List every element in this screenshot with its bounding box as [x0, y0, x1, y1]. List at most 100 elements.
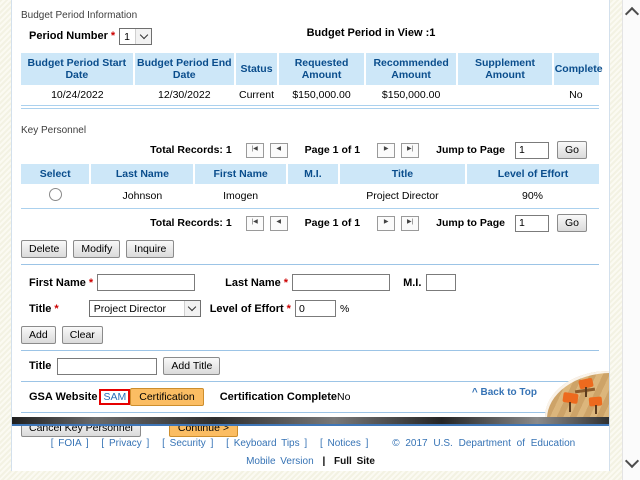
- sam-link[interactable]: SAM: [99, 389, 131, 405]
- budget-period-table: Budget Period Start Date Budget Period E…: [21, 53, 603, 106]
- delete-button[interactable]: Delete: [21, 240, 68, 258]
- certification-button[interactable]: Certification: [130, 388, 204, 406]
- go-button[interactable]: Go: [556, 214, 587, 232]
- column-header: Supplement Amount: [456, 53, 553, 85]
- jump-to-page-label: Jump to Page: [436, 144, 505, 156]
- jump-to-page-input[interactable]: [514, 214, 549, 232]
- add-button[interactable]: Add: [21, 326, 56, 344]
- vertical-scrollbar[interactable]: [622, 0, 640, 480]
- pagination-bottom: Total Records: 1 |◀ ◀ Page 1 of 1 ▶ ▶| J…: [21, 214, 587, 232]
- new-title-input[interactable]: [57, 357, 158, 375]
- total-records: Total Records: 1: [150, 217, 232, 229]
- end-date-cell: 12/30/2022: [133, 85, 235, 106]
- required-marker: *: [283, 276, 289, 289]
- last-name-label: Last Name: [225, 276, 281, 289]
- budget-period-in-view: Budget Period in View :1: [306, 27, 436, 39]
- column-header: First Name: [193, 164, 287, 184]
- add-title-button[interactable]: Add Title: [163, 357, 221, 375]
- page-indicator: Page 1 of 1: [304, 217, 361, 229]
- supplement-amount-cell: [457, 85, 553, 106]
- main-content: Budget Period Information Period Number …: [11, 0, 610, 471]
- key-personnel-row: Johnson Imogen Project Director 90%: [21, 184, 599, 209]
- inquire-button[interactable]: Inquire: [126, 240, 175, 258]
- column-header: Complete: [551, 53, 603, 85]
- select-radio[interactable]: [49, 188, 63, 201]
- required-marker: *: [110, 30, 116, 42]
- budget-table-row: 10/24/2022 12/30/2022 Current $150,000.0…: [21, 85, 599, 106]
- first-name-input[interactable]: [97, 274, 196, 291]
- back-to-top-link[interactable]: ^ Back to Top: [472, 387, 537, 398]
- last-name-input[interactable]: [292, 274, 391, 291]
- divider: [21, 350, 599, 351]
- first-name-cell: Imogen: [194, 184, 287, 209]
- chevron-down-icon: [135, 28, 152, 44]
- scroll-down-icon[interactable]: [624, 453, 640, 469]
- modify-button[interactable]: Modify: [73, 240, 121, 258]
- column-header: Status: [233, 53, 279, 85]
- scroll-up-icon[interactable]: [624, 6, 640, 22]
- last-page-button[interactable]: ▶|: [401, 215, 420, 231]
- percent-sign: %: [339, 302, 350, 315]
- go-button[interactable]: Go: [556, 141, 587, 159]
- prev-page-button[interactable]: ◀: [269, 215, 288, 231]
- divider: [21, 264, 599, 265]
- divider: [21, 108, 599, 109]
- divider: [21, 412, 599, 413]
- column-header: Recommended Amount: [363, 53, 458, 85]
- new-title-label: Title: [29, 360, 52, 372]
- next-page-button[interactable]: ▶: [377, 215, 396, 231]
- security-link[interactable]: [ Security ]: [162, 438, 213, 449]
- page-indicator: Page 1 of 1: [304, 144, 361, 156]
- budget-period-section-title: Budget Period Information: [21, 10, 138, 21]
- gsa-website-label: GSA Website: [29, 391, 98, 403]
- key-personnel-table: Select Last Name First Name M.I. Title L…: [21, 164, 599, 209]
- jump-to-page-input[interactable]: [514, 141, 549, 159]
- separator: |: [322, 456, 326, 467]
- mi-input[interactable]: [426, 274, 457, 291]
- required-marker: *: [54, 302, 59, 315]
- first-page-button[interactable]: |◀: [245, 215, 264, 231]
- status-cell: Current: [234, 85, 279, 106]
- column-header: M.I.: [285, 164, 339, 184]
- period-number-select[interactable]: 1: [119, 27, 153, 45]
- period-number-value: 1: [124, 30, 130, 43]
- required-marker: *: [286, 302, 291, 315]
- level-of-effort-input[interactable]: [294, 300, 336, 317]
- notices-link[interactable]: [ Notices ]: [320, 438, 368, 449]
- requested-amount-cell: $150,000.00: [278, 85, 365, 106]
- column-header: Title: [337, 164, 467, 184]
- footer-site-toggle: Mobile Version | Full Site: [12, 456, 609, 467]
- period-number-row: Period Number * 1 Budget Period in View …: [21, 26, 599, 46]
- title-select[interactable]: Project Director: [88, 300, 201, 317]
- last-name-cell: Johnson: [90, 184, 195, 209]
- mobile-version-link[interactable]: Mobile Version: [246, 456, 314, 467]
- jump-to-page-label: Jump to Page: [436, 217, 505, 229]
- classroom-chairs-image: [545, 371, 609, 417]
- certification-complete-label: Certification Complete: [219, 391, 338, 403]
- first-page-button[interactable]: |◀: [245, 142, 264, 158]
- required-marker: *: [88, 276, 94, 289]
- copyright-text: © 2017 U.S. Department of Education: [392, 438, 576, 449]
- clear-button[interactable]: Clear: [61, 326, 103, 344]
- divider: [21, 381, 599, 382]
- period-number-label: Period Number: [29, 30, 108, 42]
- first-name-label: First Name: [29, 276, 86, 289]
- key-personnel-header-row: Select Last Name First Name M.I. Title L…: [21, 164, 599, 184]
- column-header: Budget Period Start Date: [21, 53, 134, 85]
- name-form-row: First Name * Last Name * M.I.: [21, 274, 599, 291]
- budget-table-header-row: Budget Period Start Date Budget Period E…: [21, 53, 603, 85]
- last-page-button[interactable]: ▶|: [401, 142, 420, 158]
- keyboard-tips-link[interactable]: [ Keyboard Tips ]: [226, 438, 307, 449]
- title-label: Title: [29, 302, 52, 315]
- level-of-effort-label: Level of Effort: [209, 302, 284, 315]
- level-of-effort-cell: 90%: [466, 184, 599, 209]
- foia-link[interactable]: [ FOIA ]: [51, 438, 89, 449]
- start-date-cell: 10/24/2022: [21, 85, 134, 106]
- prev-page-button[interactable]: ◀: [269, 142, 288, 158]
- next-page-button[interactable]: ▶: [377, 142, 396, 158]
- add-clear-actions: Add Clear: [21, 326, 599, 344]
- add-title-row: Title Add Title: [21, 357, 599, 375]
- privacy-link[interactable]: [ Privacy ]: [101, 438, 149, 449]
- column-header: Select: [21, 164, 91, 184]
- record-actions: Delete Modify Inquire: [21, 240, 599, 258]
